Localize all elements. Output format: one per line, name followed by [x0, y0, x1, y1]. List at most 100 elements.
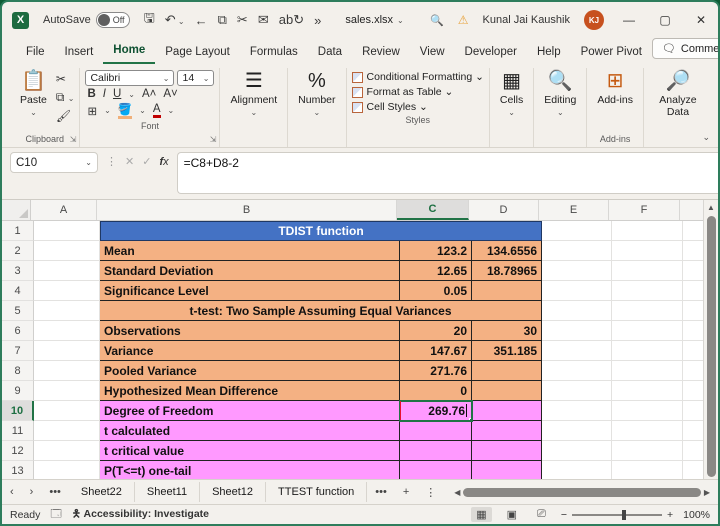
- cell-f4[interactable]: [612, 281, 683, 301]
- cell-b1-d1-merged[interactable]: TDIST function: [100, 221, 542, 241]
- cell-f6[interactable]: [612, 321, 683, 341]
- cell-e6[interactable]: [542, 321, 612, 341]
- cell-g2[interactable]: [683, 241, 703, 261]
- cell-f12[interactable]: [612, 441, 683, 461]
- column-header-g-partial[interactable]: [680, 200, 703, 220]
- cell-b3[interactable]: Standard Deviation: [100, 261, 400, 281]
- comments-button[interactable]: 🗨 Comments: [651, 38, 718, 59]
- row-header-5[interactable]: 5: [2, 301, 34, 321]
- cell-d7[interactable]: 351.185: [472, 341, 542, 361]
- find-replace-icon[interactable]: ab↻: [279, 12, 304, 28]
- cell-e5[interactable]: [542, 301, 612, 321]
- tab-review[interactable]: Review: [352, 42, 410, 64]
- cell-c3[interactable]: 12.65: [400, 261, 472, 281]
- cell-d11[interactable]: [472, 421, 542, 441]
- cell-f1[interactable]: [612, 221, 683, 241]
- column-header-f[interactable]: F: [609, 200, 680, 220]
- zoom-slider-knob[interactable]: [621, 509, 626, 520]
- cell-c4[interactable]: 0.05: [400, 281, 472, 301]
- sheet-menu-icon[interactable]: ⋮: [417, 486, 444, 499]
- cell-f3[interactable]: [612, 261, 683, 281]
- cell-e3[interactable]: [542, 261, 612, 281]
- tab-formulas[interactable]: Formulas: [240, 42, 308, 64]
- copy-icon[interactable]: ⧉: [218, 12, 227, 28]
- sheet-area[interactable]: A B C D E F 1 TDIST function 2 Mean 123.…: [2, 200, 703, 479]
- row-header-11[interactable]: 11: [2, 421, 34, 441]
- autosave-toggle[interactable]: Off: [95, 12, 130, 28]
- column-header-e[interactable]: E: [539, 200, 609, 220]
- cell-c7[interactable]: 147.67: [400, 341, 472, 361]
- cell-a11[interactable]: [34, 421, 100, 441]
- horizontal-scroll-thumb[interactable]: [463, 487, 701, 497]
- sheet-tab-sheet12[interactable]: Sheet12: [200, 482, 267, 502]
- vertical-scroll-thumb[interactable]: [706, 216, 716, 477]
- cell-a3[interactable]: [34, 261, 100, 281]
- close-button[interactable]: ✕: [690, 13, 712, 27]
- cell-b8[interactable]: Pooled Variance: [100, 361, 400, 381]
- increase-font-icon[interactable]: A˄: [142, 88, 156, 100]
- undo-icon[interactable]: ↶ ⌄: [165, 12, 185, 28]
- cell-e8[interactable]: [542, 361, 612, 381]
- save-icon[interactable]: 🖫: [144, 9, 155, 31]
- cell-f5[interactable]: [612, 301, 683, 321]
- cell-c2[interactable]: 123.2: [400, 241, 472, 261]
- macro-record-icon[interactable]: 🗔: [50, 506, 61, 524]
- font-size-select[interactable]: 14 ⌄: [177, 70, 215, 86]
- cell-a8[interactable]: [34, 361, 100, 381]
- cell-f10[interactable]: [612, 401, 683, 421]
- paste-button[interactable]: 📋 Paste ⌄: [15, 68, 52, 119]
- warning-icon[interactable]: ⚠: [458, 13, 469, 27]
- row-header-12[interactable]: 12: [2, 441, 34, 461]
- sheet-tab-ttest-function[interactable]: TTEST function: [266, 482, 368, 502]
- cell-g6[interactable]: [683, 321, 703, 341]
- cell-g5[interactable]: [683, 301, 703, 321]
- cell-b7[interactable]: Variance: [100, 341, 400, 361]
- cell-e10[interactable]: [542, 401, 612, 421]
- user-name[interactable]: Kunal Jai Kaushik: [483, 14, 570, 26]
- borders-icon[interactable]: ⊞: [87, 104, 97, 118]
- maximize-button[interactable]: ▢: [654, 13, 676, 27]
- italic-button[interactable]: I: [103, 88, 106, 100]
- avatar[interactable]: KJ: [584, 10, 604, 30]
- row-header-4[interactable]: 4: [2, 281, 34, 301]
- row-header-7[interactable]: 7: [2, 341, 34, 361]
- cell-d13[interactable]: [472, 461, 542, 479]
- row-header-3[interactable]: 3: [2, 261, 34, 281]
- cut-icon[interactable]: ✂: [56, 72, 75, 86]
- cell-g7[interactable]: [683, 341, 703, 361]
- normal-view-icon[interactable]: ▦: [471, 507, 492, 522]
- cell-a13[interactable]: [34, 461, 100, 479]
- sheet-prev-icon[interactable]: ‹: [2, 486, 22, 498]
- cell-e12[interactable]: [542, 441, 612, 461]
- collapse-ribbon-icon[interactable]: ⌄: [702, 132, 710, 143]
- tab-power-pivot[interactable]: Power Pivot: [571, 42, 652, 64]
- row-header-8[interactable]: 8: [2, 361, 34, 381]
- cell-f7[interactable]: [612, 341, 683, 361]
- number-button[interactable]: % Number ⌄: [293, 68, 340, 119]
- cell-e2[interactable]: [542, 241, 612, 261]
- format-as-table-button[interactable]: Format as Table ⌄: [351, 86, 484, 98]
- select-all-corner[interactable]: [2, 200, 31, 220]
- row-header-1[interactable]: 1: [2, 221, 34, 241]
- cell-a2[interactable]: [34, 241, 100, 261]
- sheet-tab-sheet11[interactable]: Sheet11: [135, 482, 201, 502]
- tab-file[interactable]: File: [16, 42, 55, 64]
- alignment-button[interactable]: ☰ Alignment ⌄: [225, 68, 282, 119]
- sheet-more-left-icon[interactable]: •••: [41, 486, 69, 498]
- cell-e13[interactable]: [542, 461, 612, 479]
- search-icon[interactable]: 🔍: [430, 14, 444, 27]
- cell-c8[interactable]: 271.76: [400, 361, 472, 381]
- analyze-data-button[interactable]: 🔎 Analyze Data: [649, 68, 707, 120]
- cell-g9[interactable]: [683, 381, 703, 401]
- fill-handle[interactable]: [469, 418, 471, 420]
- cell-f9[interactable]: [612, 381, 683, 401]
- decrease-font-icon[interactable]: A˅: [163, 88, 177, 100]
- cell-c11[interactable]: [400, 421, 472, 441]
- accessibility-status[interactable]: 🯅 Accessibility: Investigate: [72, 506, 209, 524]
- copy-icon[interactable]: ⧉ ⌄: [56, 90, 75, 105]
- cell-b10[interactable]: Degree of Freedom: [100, 401, 400, 421]
- sheet-more-right-icon[interactable]: •••: [367, 486, 395, 498]
- cell-c13[interactable]: [400, 461, 472, 479]
- cell-f2[interactable]: [612, 241, 683, 261]
- row-header-6[interactable]: 6: [2, 321, 34, 341]
